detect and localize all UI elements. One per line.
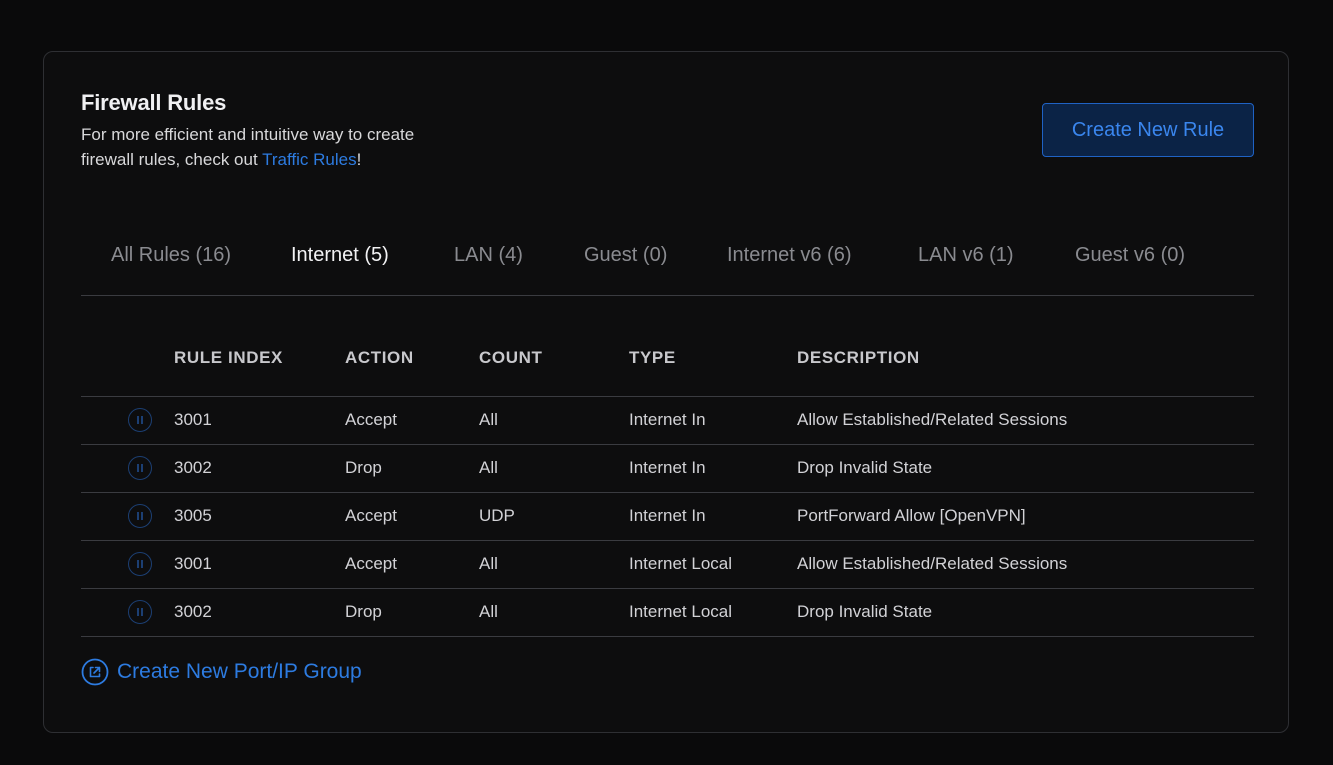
tab-guest[interactable]: Guest (0) [584,244,667,267]
tab-all-rules[interactable]: All Rules (16) [111,244,231,267]
rule-count: All [479,458,498,477]
pause-icon[interactable] [128,600,152,624]
rule-type: Internet In [629,458,706,477]
table-row[interactable]: 3002 Drop All Internet In Drop Invalid S… [81,445,1254,493]
rule-description: Drop Invalid State [797,458,933,477]
table-header: RULE INDEX ACTION COUNT TYPE DESCRIPTION [81,318,1254,397]
column-header-action[interactable]: ACTION [345,348,414,368]
rule-index: 3002 [174,458,212,477]
tab-lan-v6[interactable]: LAN v6 (1) [918,244,1014,267]
create-new-rule-button[interactable]: Create New Rule [1042,103,1254,157]
rule-index: 3005 [174,506,212,525]
rule-description: Drop Invalid State [797,602,933,621]
rule-action: Accept [345,554,397,573]
column-header-rule-index[interactable]: RULE INDEX [174,348,283,368]
tab-internet[interactable]: Internet (5) [291,244,389,267]
rule-description: Allow Established/Related Sessions [797,410,1068,429]
rule-count: UDP [479,506,515,525]
tab-lan[interactable]: LAN (4) [454,244,523,267]
firewall-rules-panel: Firewall Rules For more efficient and in… [43,51,1289,733]
table-row[interactable]: 3001 Accept All Internet In Allow Establ… [81,397,1254,445]
rule-index: 3002 [174,602,212,621]
subtitle-text: For more efficient and intuitive way to … [81,125,415,169]
page-subtitle: For more efficient and intuitive way to … [81,122,461,172]
rule-action: Drop [345,458,382,477]
external-link-icon [81,658,109,686]
rule-count: All [479,410,498,429]
tab-internet-v6[interactable]: Internet v6 (6) [727,244,852,267]
table-row[interactable]: 3005 Accept UDP Internet In PortForward … [81,493,1254,541]
pause-icon[interactable] [128,504,152,528]
rule-index: 3001 [174,410,212,429]
pause-icon[interactable] [128,552,152,576]
rule-type: Internet Local [629,554,733,573]
subtitle-suffix: ! [356,150,362,169]
column-header-count[interactable]: COUNT [479,348,542,368]
pause-icon[interactable] [128,408,152,432]
rule-description: PortForward Allow [OpenVPN] [797,506,1026,525]
column-header-description[interactable]: DESCRIPTION [797,348,920,368]
table-row[interactable]: 3002 Drop All Internet Local Drop Invali… [81,589,1254,637]
tab-guest-v6[interactable]: Guest v6 (0) [1075,244,1185,267]
rule-index: 3001 [174,554,212,573]
rule-action: Drop [345,602,382,621]
create-port-ip-group-label: Create New Port/IP Group [117,660,362,683]
rule-action: Accept [345,506,397,525]
rule-description: Allow Established/Related Sessions [797,554,1068,573]
column-header-type[interactable]: TYPE [629,348,676,368]
traffic-rules-link[interactable]: Traffic Rules [262,150,356,169]
table-row[interactable]: 3001 Accept All Internet Local Allow Est… [81,541,1254,589]
rule-type: Internet Local [629,602,733,621]
rule-count: All [479,554,498,573]
pause-icon[interactable] [128,456,152,480]
rule-type: Internet In [629,410,706,429]
create-port-ip-group-link[interactable]: Create New Port/IP Group [81,658,362,686]
rule-type: Internet In [629,506,706,525]
rule-count: All [479,602,498,621]
rules-table: RULE INDEX ACTION COUNT TYPE DESCRIPTION… [81,318,1254,637]
rule-tabs: All Rules (16) Internet (5) LAN (4) Gues… [81,228,1254,296]
rule-action: Accept [345,410,397,429]
page-title: Firewall Rules [81,90,227,115]
